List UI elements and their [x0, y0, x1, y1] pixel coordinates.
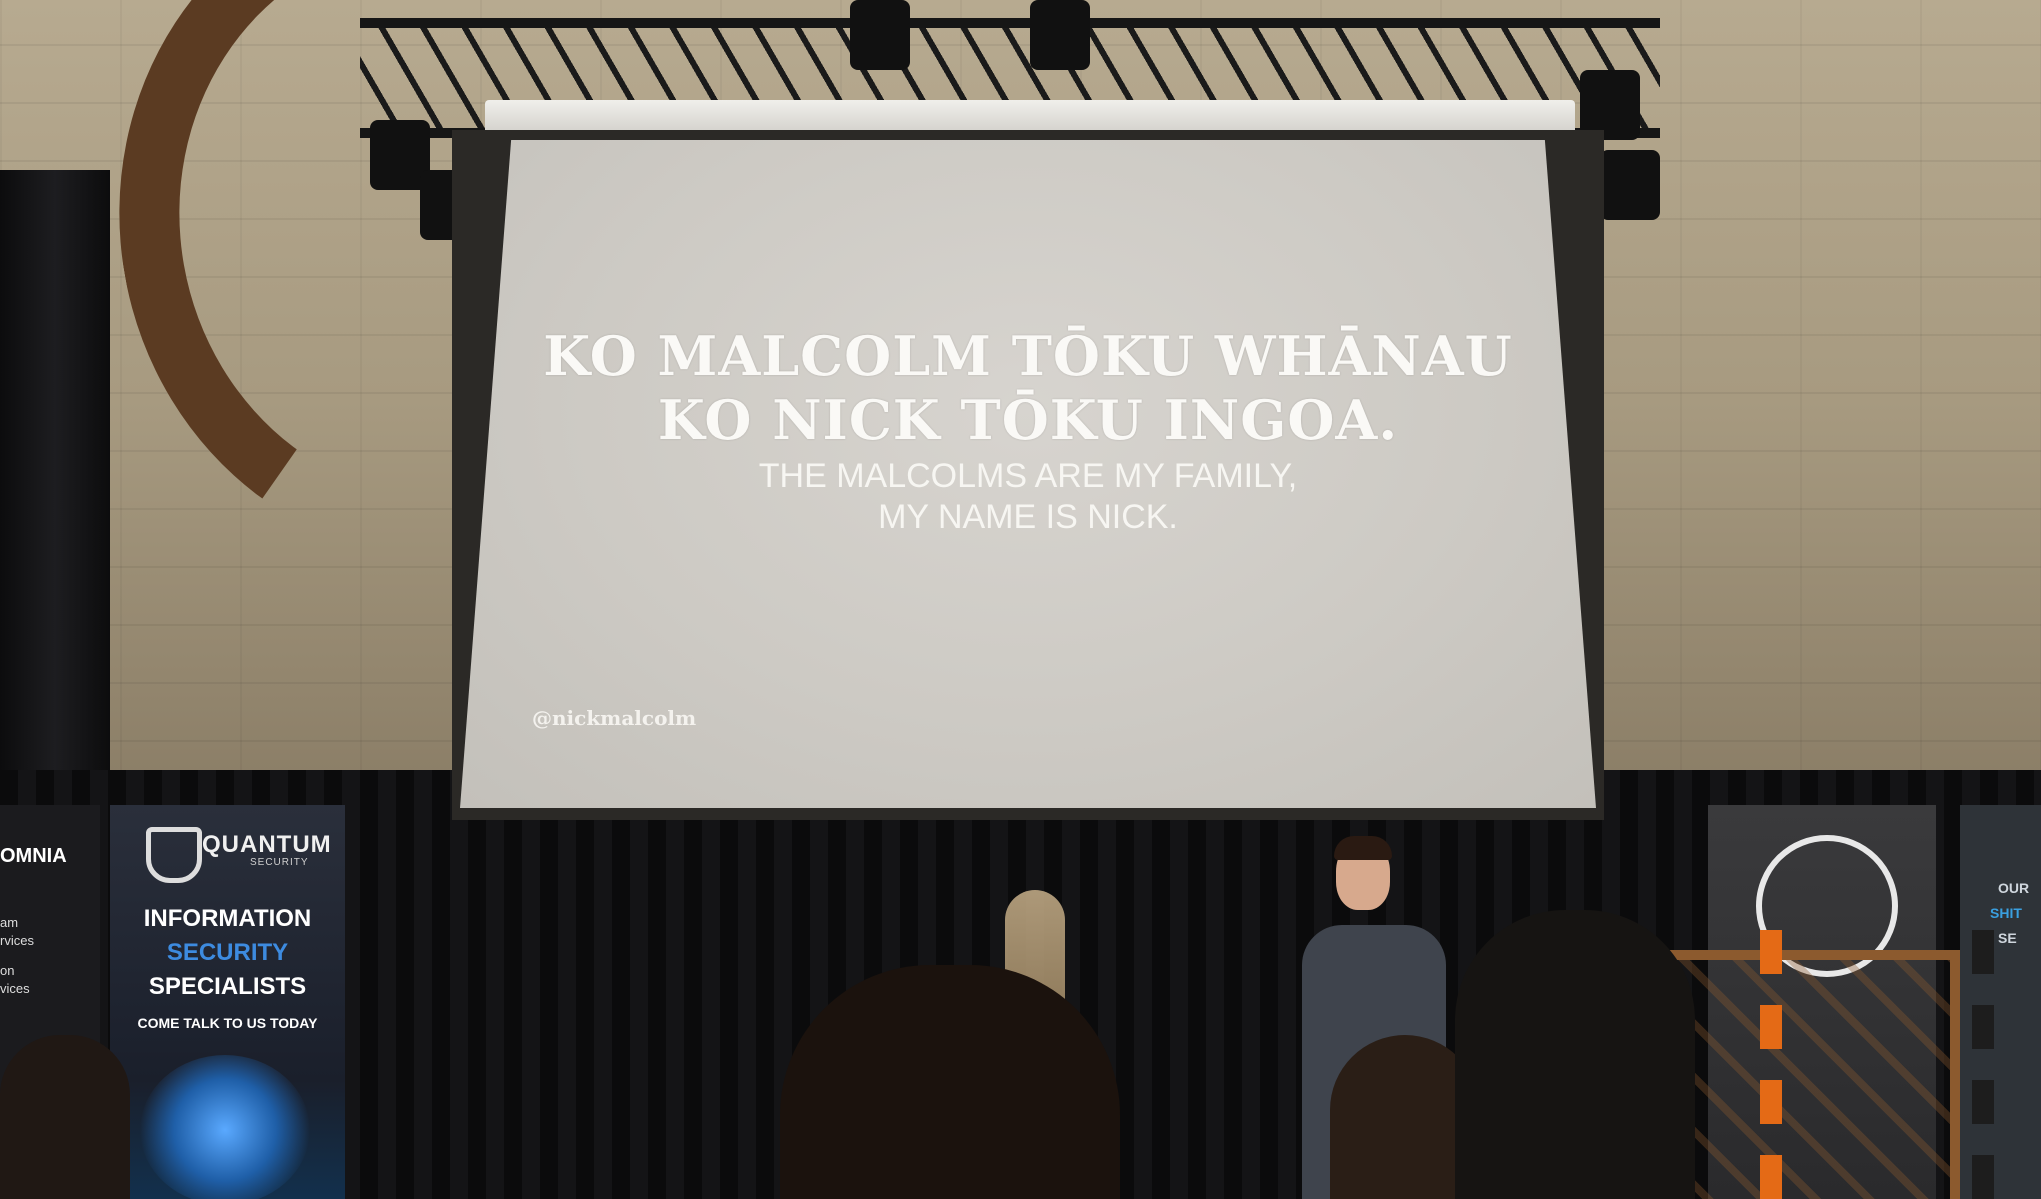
- banner-tagline: COME TALK TO US TODAY: [137, 1015, 318, 1031]
- stage-light: [1600, 150, 1660, 220]
- halloween-decoration: [1760, 930, 1994, 1199]
- shield-icon: [146, 827, 202, 883]
- presenter-hair: [1334, 836, 1392, 860]
- quantum-logo-subtext: SECURITY: [250, 857, 309, 868]
- omnia-banner-line: on: [0, 963, 15, 978]
- twitter-handle: @nickmalcolm: [532, 706, 697, 730]
- right-banner-line: SE: [1998, 930, 2017, 946]
- slide-title-line: KO MALCOLM TŌKU WHĀNAU: [543, 324, 1513, 388]
- stage-light: [1030, 0, 1090, 70]
- conference-photo: KO MALCOLM TŌKU WHĀNAU KO NICK TŌKU INGO…: [0, 0, 2041, 1199]
- banner-glow-graphic: [140, 1055, 310, 1199]
- right-banner-line: OUR: [1998, 880, 2030, 896]
- banner-line: INFORMATION: [143, 905, 312, 932]
- presentation-slide: KO MALCOLM TŌKU WHĀNAU KO NICK TŌKU INGO…: [460, 140, 1596, 808]
- banner-line: SPECIALISTS: [148, 973, 307, 1000]
- stage-light: [850, 0, 910, 70]
- slide-subtitle-line: MY NAME IS NICK.: [878, 498, 1178, 537]
- banner-line-accent: SECURITY: [166, 939, 289, 966]
- side-curtain: [0, 170, 110, 810]
- slide-subtitle: THE MALCOLMS ARE MY FAMILY, MY NAME IS N…: [759, 456, 1298, 538]
- right-banner-line: SHIT: [1990, 905, 2022, 921]
- omnia-banner-line: am: [0, 915, 19, 930]
- slide-title: KO MALCOLM TŌKU WHĀNAU KO NICK TŌKU INGO…: [543, 324, 1513, 452]
- omnia-banner-title: OMNIA: [0, 845, 67, 867]
- slide-title-line: KO NICK TŌKU INGOA.: [657, 387, 1399, 452]
- quantum-logo-text: QUANTUM: [202, 831, 332, 858]
- slide-subtitle-line: THE MALCOLMS ARE MY FAMILY,: [758, 457, 1298, 496]
- audience-member: [0, 1035, 130, 1199]
- quantum-security-banner: QUANTUM SECURITY INFORMATION SECURITY SP…: [110, 805, 345, 1199]
- omnia-banner-line: vices: [0, 981, 30, 996]
- omnia-banner-line: rvices: [0, 933, 34, 948]
- audience-member: [1455, 910, 1695, 1199]
